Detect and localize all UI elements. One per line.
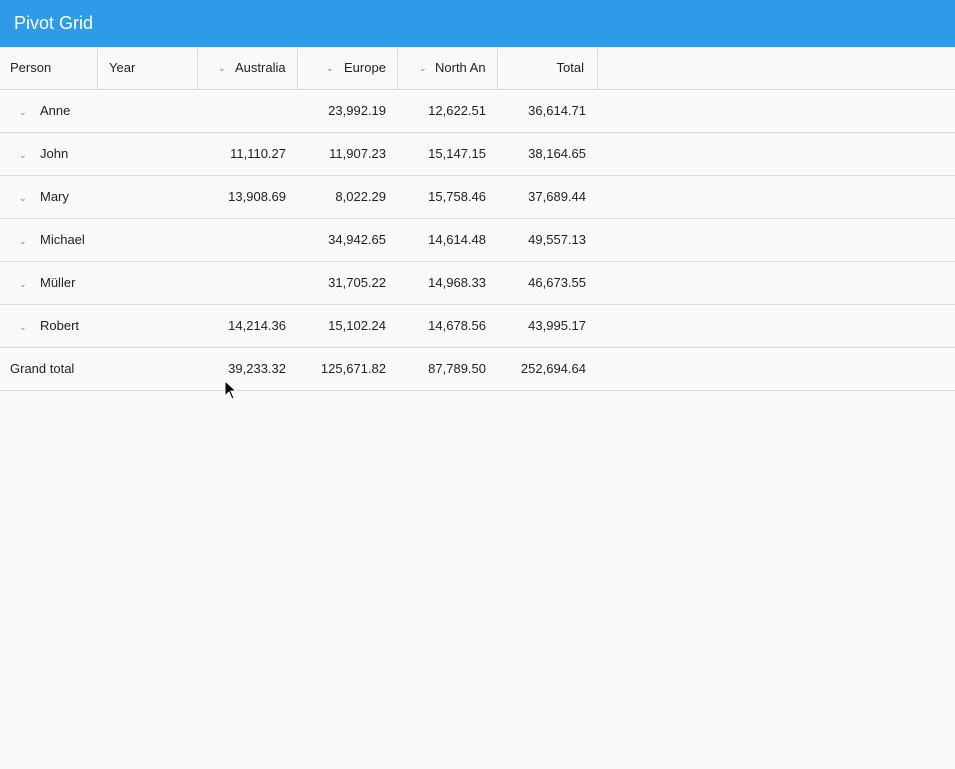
cell-north-america: 87,789.50	[428, 361, 486, 376]
cell-total: 46,673.55	[528, 275, 586, 290]
column-header-north-america[interactable]: ⌄ North An	[398, 47, 498, 89]
cell-europe: 8,022.29	[335, 189, 386, 204]
row-person-name: Michael	[40, 232, 85, 247]
cell-total: 49,557.13	[528, 232, 586, 247]
chevron-down-icon[interactable]: ⌄	[19, 305, 27, 349]
cell-north-america: 15,147.15	[428, 146, 486, 161]
cell-australia: 13,908.69	[228, 189, 286, 204]
cell-total: 43,995.17	[528, 318, 586, 333]
table-row: ⌄ Mary 13,908.69 8,022.29 15,758.46 37,6…	[0, 176, 955, 219]
cell-australia: 14,214.36	[228, 318, 286, 333]
chevron-down-icon[interactable]: ⌄	[326, 47, 334, 89]
column-header-australia[interactable]: ⌄ Australia	[198, 47, 298, 89]
cell-australia	[198, 262, 286, 304]
column-header-europe-label: Europe	[344, 60, 386, 75]
chevron-down-icon[interactable]: ⌄	[19, 176, 27, 220]
cell-total: 36,614.71	[528, 103, 586, 118]
cell-north-america: 12,622.51	[428, 103, 486, 118]
column-header-total-label: Total	[556, 60, 584, 75]
cell-europe: 15,102.24	[328, 318, 386, 333]
mouse-cursor-icon	[224, 380, 238, 400]
table-row: ⌄ Anne 23,992.19 12,622.51 36,614.71	[0, 90, 955, 133]
cell-australia	[198, 90, 286, 132]
row-header-person-label: Person	[10, 60, 52, 75]
chevron-down-icon[interactable]: ⌄	[19, 219, 27, 263]
cell-north-america: 15,758.46	[428, 189, 486, 204]
column-header-total[interactable]: Total	[498, 47, 598, 89]
column-header-north-america-label: North An	[435, 60, 486, 75]
cell-australia: 11,110.27	[230, 146, 286, 161]
row-header-year-label: Year	[109, 60, 136, 75]
cell-north-america: 14,678.56	[428, 318, 486, 333]
grand-total-label: Grand total	[10, 361, 75, 376]
cell-europe: 31,705.22	[328, 275, 386, 290]
cell-europe: 34,942.65	[328, 232, 386, 247]
table-row: ⌄ Müller 31,705.22 14,968.33 46,673.55	[0, 262, 955, 305]
chevron-down-icon[interactable]: ⌄	[419, 47, 427, 89]
table-row: ⌄ Michael 34,942.65 14,614.48 49,557.13	[0, 219, 955, 262]
row-person-name: Müller	[40, 275, 76, 290]
row-person-name: John	[40, 146, 69, 161]
table-row: ⌄ Robert 14,214.36 15,102.24 14,678.56 4…	[0, 305, 955, 348]
column-header-row: Person Year ⌄ Australia ⌄ Europe ⌄ North…	[0, 47, 955, 90]
cell-europe: 23,992.19	[328, 103, 386, 118]
cell-europe: 11,907.23	[329, 146, 386, 161]
app-title: Pivot Grid	[14, 13, 94, 33]
cell-total: 38,164.65	[528, 146, 586, 161]
app-titlebar: Pivot Grid	[0, 0, 955, 47]
cell-total: 37,689.44	[528, 189, 586, 204]
row-person-name: Mary	[40, 189, 69, 204]
cell-australia	[198, 219, 286, 261]
cell-europe: 125,671.82	[320, 361, 386, 376]
cell-north-america: 14,968.33	[428, 275, 486, 290]
cell-australia: 39,233.32	[228, 361, 286, 376]
row-header-person[interactable]: Person	[0, 47, 98, 89]
row-header-year[interactable]: Year	[98, 47, 198, 89]
table-row: ⌄ John 11,110.27 11,907.23 15,147.15 38,…	[0, 133, 955, 176]
chevron-down-icon[interactable]: ⌄	[19, 262, 27, 306]
chevron-down-icon[interactable]: ⌄	[19, 90, 27, 134]
chevron-down-icon[interactable]: ⌄	[19, 133, 27, 177]
column-header-europe[interactable]: ⌄ Europe	[298, 47, 398, 89]
cell-north-america: 14,614.48	[428, 232, 486, 247]
row-person-name: Anne	[40, 103, 71, 118]
pivot-grid-app: Pivot Grid Person Year ⌄ Australia ⌄ Eur…	[0, 0, 955, 769]
row-person-name: Robert	[40, 318, 80, 333]
chevron-down-icon[interactable]: ⌄	[218, 47, 226, 89]
column-header-australia-label: Australia	[235, 60, 286, 75]
grand-total-row: Grand total 39,233.32 125,671.82 87,789.…	[0, 348, 955, 391]
cell-total: 252,694.64	[520, 361, 586, 376]
